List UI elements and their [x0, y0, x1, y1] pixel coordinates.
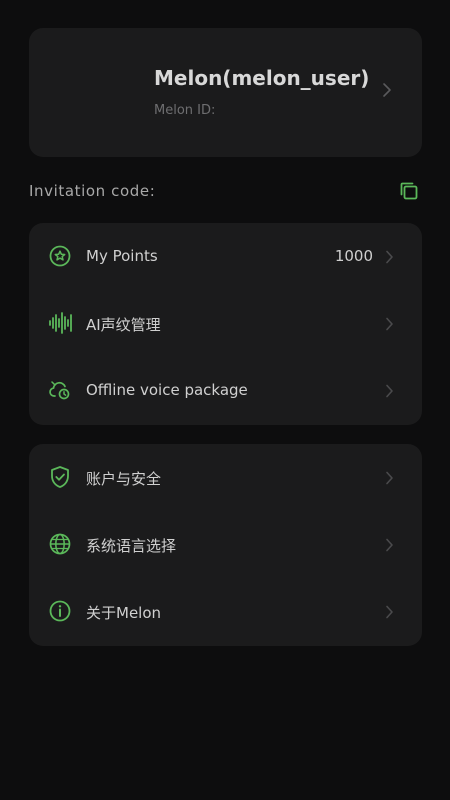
profile-page: Melon(melon_user) Melon ID: Invitation c… [0, 0, 450, 800]
menu-item-label: 账户与安全 [86, 470, 162, 488]
info-icon [49, 600, 71, 622]
menu-item-about[interactable]: 关于Melon [29, 578, 422, 645]
menu-item-account-security[interactable]: 账户与安全 [29, 444, 422, 511]
invitation-code-label: Invitation code: [29, 182, 156, 200]
menu-item-label: 关于Melon [86, 604, 162, 622]
menu-group-2: 账户与安全 系统语言选择 关于Melon [29, 444, 422, 646]
menu-item-label: AI声纹管理 [86, 316, 161, 334]
menu-item-label: My Points [86, 247, 158, 265]
menu-group-1: My Points 1000 AI声纹管理 Offline voice pack… [29, 223, 422, 425]
menu-item-offline-voice-package[interactable]: Offline voice package [29, 357, 422, 424]
menu-item-label: 系统语言选择 [86, 537, 177, 555]
chevron-right-icon [386, 250, 393, 264]
chevron-right-icon [383, 83, 391, 97]
profile-id-label: Melon ID: [154, 103, 216, 118]
profile-name: Melon(melon_user) [154, 66, 370, 90]
invitation-row: Invitation code: [29, 178, 422, 204]
points-value: 1000 [334, 247, 373, 265]
voiceprint-icon [49, 312, 72, 334]
chevron-right-icon [386, 471, 393, 485]
star-circle-icon [49, 245, 71, 267]
copy-icon[interactable] [398, 180, 420, 202]
profile-card[interactable]: Melon(melon_user) Melon ID: [29, 28, 422, 157]
shield-check-icon [51, 466, 69, 488]
menu-item-label: Offline voice package [86, 381, 248, 399]
globe-icon [49, 533, 71, 555]
menu-item-system-language[interactable]: 系统语言选择 [29, 511, 422, 578]
chevron-right-icon [386, 317, 393, 331]
cloud-offline-icon [49, 381, 70, 400]
menu-item-my-points[interactable]: My Points 1000 [29, 223, 422, 290]
chevron-right-icon [386, 384, 393, 398]
chevron-right-icon [386, 605, 393, 619]
menu-item-ai-voiceprint[interactable]: AI声纹管理 [29, 290, 422, 357]
chevron-right-icon [386, 538, 393, 552]
